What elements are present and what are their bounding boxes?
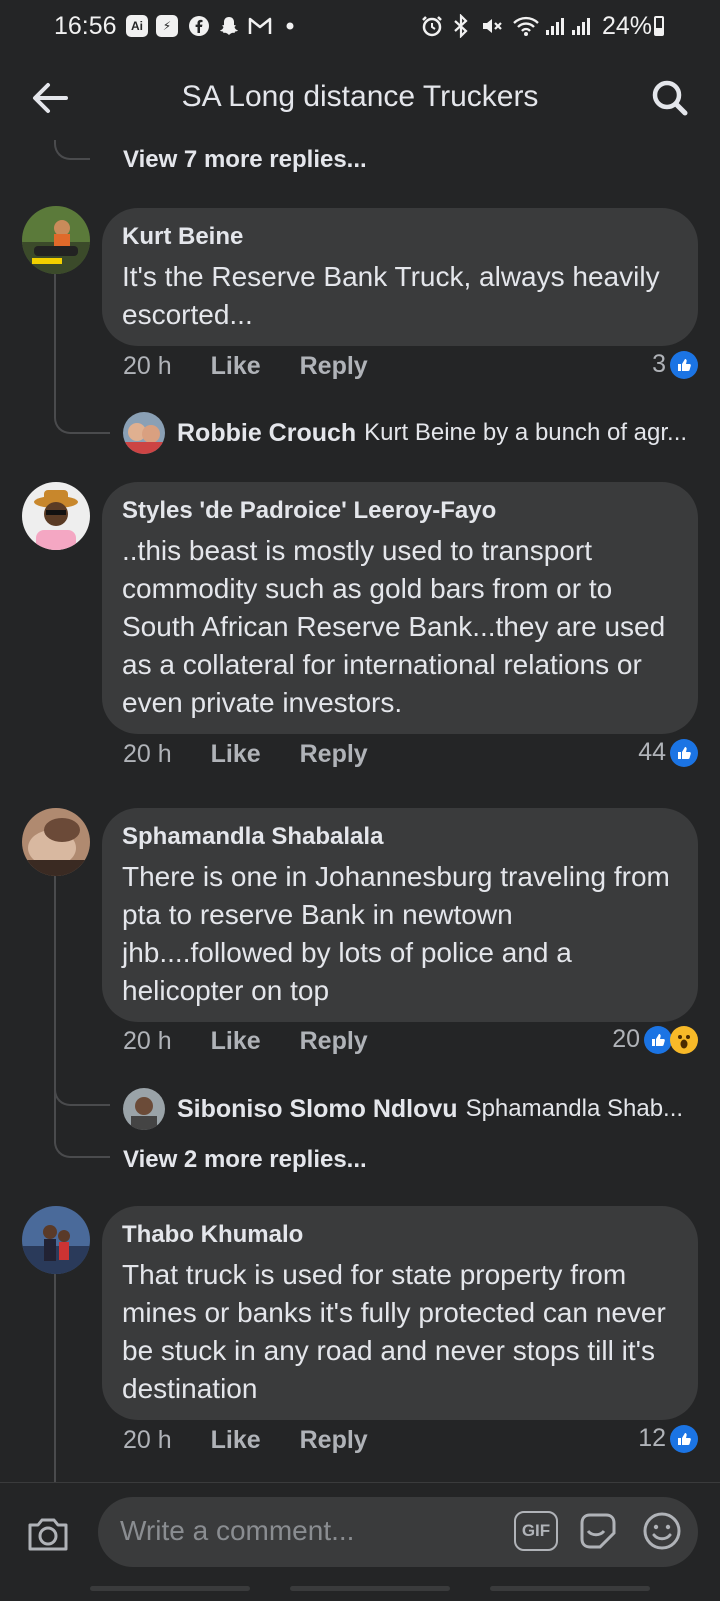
signal-icon (544, 14, 566, 38)
ai-icon: Ai (126, 14, 148, 38)
comment-meta: 20 h Like Reply (123, 352, 368, 381)
like-button[interactable]: Like (211, 740, 261, 768)
wow-reaction-icon (670, 1025, 698, 1054)
comment-bubble[interactable]: Thabo Khumalo That truck is used for sta… (102, 1206, 698, 1420)
reaction-count[interactable]: 20 (612, 1025, 698, 1054)
reaction-number: 3 (652, 350, 666, 378)
gif-button[interactable]: GIF (514, 1511, 558, 1551)
sticker-icon (580, 1513, 616, 1549)
wifi-icon (512, 14, 540, 38)
comment-author[interactable]: Sphamandla Shabalala (122, 822, 678, 852)
comment-author[interactable]: Kurt Beine (122, 222, 678, 252)
reply-text: Sphamandla Shab... (465, 1095, 684, 1122)
comment-text: It's the Reserve Bank Truck, always heav… (122, 261, 660, 330)
comment-composer: Write a comment... GIF (0, 1482, 720, 1601)
thread-connector (54, 400, 110, 434)
comment-text: There is one in Johannesburg traveling f… (122, 861, 670, 1006)
comment-text: That truck is used for state property fr… (122, 1259, 666, 1404)
comment-author[interactable]: Styles 'de Padroice' Leeroy-Fayo (122, 496, 678, 526)
status-bar: 16:56 Ai ⚡ 24% (0, 0, 720, 56)
emoji-icon (643, 1512, 681, 1550)
like-button[interactable]: Like (211, 1426, 261, 1454)
avatar[interactable] (22, 808, 90, 876)
like-reaction-icon (670, 350, 698, 379)
signal-icon (570, 14, 592, 38)
comment-bubble[interactable]: Kurt Beine It's the Reserve Bank Truck, … (102, 208, 698, 346)
thread-line (54, 272, 56, 408)
like-reaction-icon (670, 738, 698, 767)
battery-icon (654, 16, 664, 36)
search-button[interactable] (646, 74, 694, 122)
like-reaction-icon (670, 1424, 698, 1453)
comment-time: 20 h (123, 1426, 172, 1454)
thread-connector (54, 140, 90, 160)
status-time: 16:56 (54, 12, 117, 40)
messenger-icon: ⚡ (156, 14, 178, 38)
comment-bubble[interactable]: Sphamandla Shabalala There is one in Joh… (102, 808, 698, 1022)
mute-icon (480, 14, 504, 38)
dot-icon (286, 14, 294, 38)
reply-text: Kurt Beine by a bunch of agr... (364, 419, 688, 446)
camera-icon (28, 1518, 68, 1551)
bluetooth-icon (452, 14, 470, 38)
battery-percent: 24% (601, 12, 652, 40)
comment-meta: 20 h Like Reply (123, 740, 368, 769)
app-header: SA Long distance Truckers (0, 56, 720, 144)
nav-indicator (90, 1586, 250, 1591)
comment-author[interactable]: Thabo Khumalo (122, 1220, 678, 1250)
comment-time: 20 h (123, 740, 172, 768)
like-button[interactable]: Like (211, 352, 261, 380)
camera-button[interactable] (24, 1509, 72, 1557)
reaction-number: 12 (638, 1424, 666, 1452)
reply-author[interactable]: Siboniso Slomo Ndlovu (177, 1095, 458, 1124)
thread-line (54, 1272, 56, 1482)
nav-indicator (290, 1586, 450, 1591)
search-icon (652, 80, 688, 116)
avatar[interactable] (22, 1206, 90, 1274)
reaction-number: 20 (612, 1025, 640, 1053)
avatar[interactable] (123, 1088, 165, 1130)
sticker-button[interactable] (576, 1509, 620, 1553)
facebook-icon (188, 14, 210, 38)
reaction-count[interactable]: 12 (638, 1424, 698, 1453)
page-title: SA Long distance Truckers (181, 80, 539, 113)
reply-button[interactable]: Reply (300, 1426, 368, 1454)
view-more-replies-link[interactable]: View 7 more replies... (123, 146, 367, 174)
avatar[interactable] (123, 412, 165, 454)
avatar[interactable] (22, 482, 90, 550)
gmail-icon (248, 14, 272, 38)
thread-line (54, 872, 56, 1102)
reaction-number: 44 (638, 738, 666, 766)
nav-indicator (490, 1586, 650, 1591)
comment-time: 20 h (123, 1027, 172, 1055)
comment-bubble[interactable]: Styles 'de Padroice' Leeroy-Fayo ..this … (102, 482, 698, 734)
reply-button[interactable]: Reply (300, 352, 368, 380)
comment-text: ..this beast is mostly used to transport… (122, 535, 666, 718)
emoji-button[interactable] (640, 1509, 684, 1553)
reaction-count[interactable]: 44 (638, 738, 698, 767)
like-reaction-icon (644, 1025, 672, 1054)
thread-connector (54, 1098, 110, 1158)
comment-meta: 20 h Like Reply (123, 1426, 368, 1455)
comment-input[interactable]: Write a comment... GIF (98, 1497, 698, 1567)
comment-meta: 20 h Like Reply (123, 1027, 368, 1056)
reply-button[interactable]: Reply (300, 740, 368, 768)
reaction-count[interactable]: 3 (652, 350, 698, 379)
reply-author[interactable]: Robbie Crouch (177, 419, 356, 448)
alarm-icon (420, 14, 444, 38)
snapchat-icon (218, 14, 240, 38)
reply-preview[interactable]: Siboniso Slomo Ndlovu Sphamandla Shab... (123, 1088, 700, 1130)
comment-placeholder: Write a comment... (120, 1515, 355, 1546)
view-more-replies-link[interactable]: View 2 more replies... (123, 1146, 367, 1174)
reply-preview[interactable]: Robbie Crouch Kurt Beine by a bunch of a… (123, 412, 700, 454)
avatar[interactable] (22, 206, 90, 274)
reply-button[interactable]: Reply (300, 1027, 368, 1055)
like-button[interactable]: Like (211, 1027, 261, 1055)
comment-time: 20 h (123, 352, 172, 380)
